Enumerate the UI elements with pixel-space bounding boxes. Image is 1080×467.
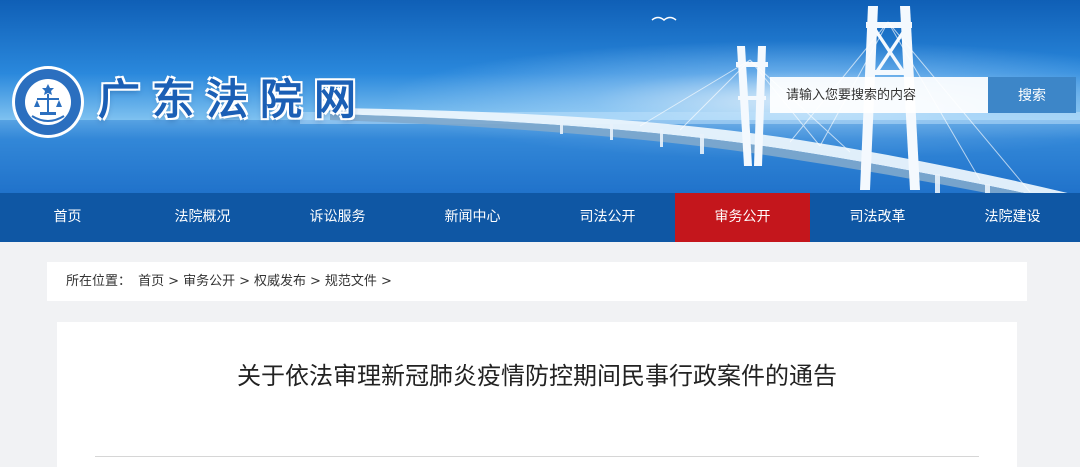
breadcrumb-separator: > — [239, 274, 250, 289]
nav-item-judicial-reform[interactable]: 司法改革 — [810, 193, 945, 242]
breadcrumb-separator: > — [168, 274, 180, 289]
breadcrumb-court-affairs[interactable]: 审务公开 — [183, 274, 235, 289]
nav-item-news-center[interactable]: 新闻中心 — [405, 193, 540, 242]
breadcrumb-authoritative-release[interactable]: 权威发布 — [254, 274, 306, 289]
main-nav: 首页 法院概况 诉讼服务 新闻中心 司法公开 审务公开 司法改革 法院建设 — [0, 193, 1080, 242]
search-button[interactable]: 搜索 — [988, 77, 1076, 113]
site-title: 广东法院网 — [98, 75, 369, 124]
search-input[interactable] — [770, 77, 988, 113]
article-divider — [95, 456, 979, 457]
court-emblem-icon — [12, 66, 84, 138]
article-panel: 关于依法审理新冠肺炎疫情防控期间民事行政案件的通告 — [57, 322, 1017, 467]
article-title: 关于依法审理新冠肺炎疫情防控期间民事行政案件的通告 — [237, 362, 837, 390]
breadcrumb-separator: > — [310, 274, 321, 289]
nav-item-litigation-services[interactable]: 诉讼服务 — [270, 193, 405, 242]
nav-item-judicial-openness[interactable]: 司法公开 — [540, 193, 675, 242]
nav-item-court-construction[interactable]: 法院建设 — [945, 193, 1080, 242]
breadcrumb-separator: > — [380, 274, 392, 289]
breadcrumb-prefix: 所在位置： — [66, 274, 132, 289]
breadcrumb-home[interactable]: 首页 — [138, 274, 164, 289]
nav-item-court-overview[interactable]: 法院概况 — [135, 193, 270, 242]
breadcrumb-normative-documents[interactable]: 规范文件 — [325, 274, 377, 289]
nav-item-home[interactable]: 首页 — [0, 193, 135, 242]
header-banner: 广东法院网 搜索 — [0, 0, 1080, 193]
breadcrumb: 所在位置： 首页 > 审务公开 > 权威发布 > 规范文件 > — [47, 262, 1027, 301]
nav-item-court-affairs[interactable]: 审务公开 — [675, 193, 810, 242]
